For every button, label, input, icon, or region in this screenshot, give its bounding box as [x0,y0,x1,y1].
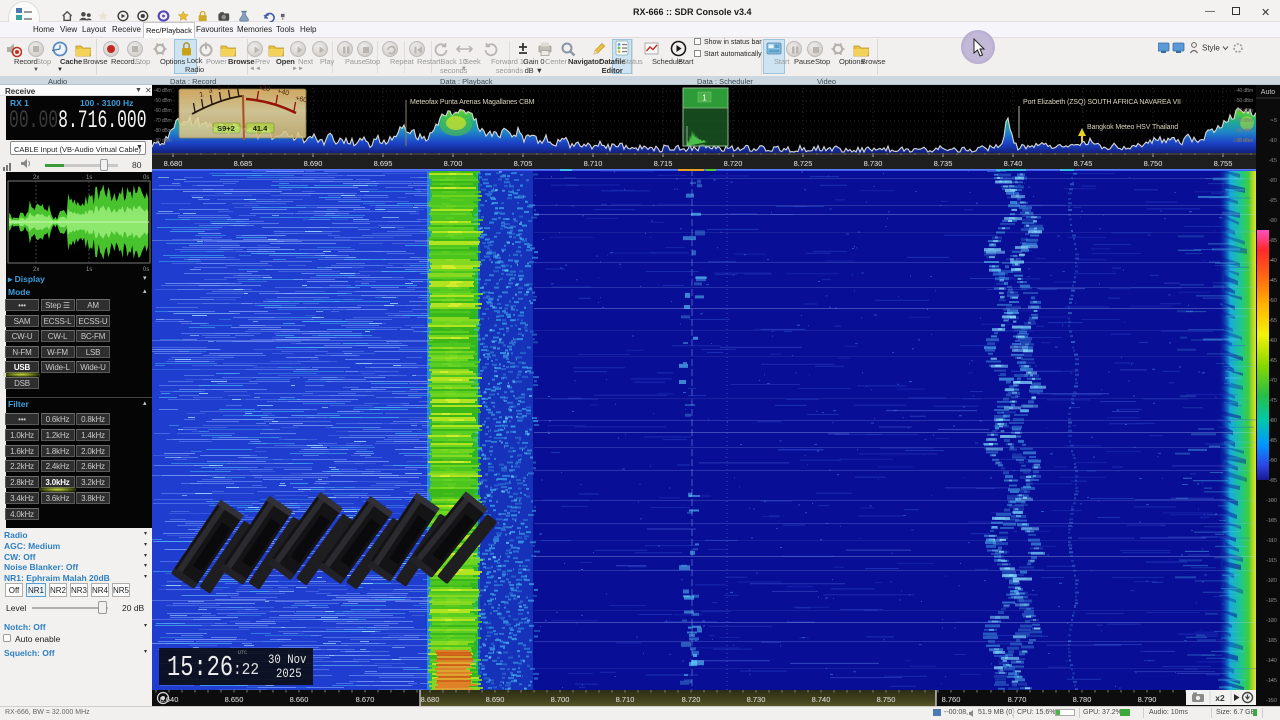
svg-text:8.685: 8.685 [234,159,253,168]
svg-text:8.720: 8.720 [724,159,743,168]
svg-text:-10: -10 [1269,138,1277,144]
svg-text:-70 dBm: -70 dBm [1236,118,1254,124]
svg-text:8.730: 8.730 [747,695,766,704]
svg-text:-110: -110 [1266,538,1277,544]
svg-text:8.680: 8.680 [164,159,183,168]
svg-text:8.715: 8.715 [654,159,673,168]
svg-text:-65: -65 [1269,358,1277,364]
svg-text:8.680: 8.680 [421,695,440,704]
svg-text:8.770: 8.770 [1008,695,1027,704]
svg-text:-100: -100 [1266,498,1277,504]
svg-text:-55: -55 [1269,318,1277,324]
svg-text:8.690: 8.690 [486,695,505,704]
svg-text:-50 dBm: -50 dBm [1236,98,1254,104]
svg-text:8.750: 8.750 [877,695,896,704]
svg-text:0s: 0s [143,175,149,181]
svg-text:8.705: 8.705 [514,159,533,168]
svg-text:-60 dBm: -60 dBm [154,108,172,114]
svg-text:-140: -140 [1266,658,1277,664]
svg-text:-45: -45 [1269,278,1277,284]
svg-text:-60: -60 [1269,338,1277,344]
svg-text:8.690: 8.690 [304,159,323,168]
svg-text:2x: 2x [33,175,39,181]
svg-text:-80: -80 [1269,418,1277,424]
svg-text:8.740: 8.740 [1004,159,1023,168]
svg-text:1: 1 [702,94,707,103]
svg-text:-130: -130 [1266,618,1277,624]
svg-text:-115: -115 [1266,558,1277,564]
svg-text:8.745: 8.745 [1074,159,1093,168]
svg-text:x2: x2 [1215,693,1225,703]
svg-text:2x: 2x [33,267,39,272]
svg-text:8.730: 8.730 [864,159,883,168]
svg-text:8.720: 8.720 [682,695,701,704]
svg-text:8.740: 8.740 [812,695,831,704]
svg-text:41.4: 41.4 [253,124,268,133]
svg-text:-40 dBm: -40 dBm [154,88,172,94]
svg-text:Bangkok Meteo HSV Thailand: Bangkok Meteo HSV Thailand [1087,124,1178,131]
svg-text:-50: -50 [1269,298,1277,304]
svg-text:8.700: 8.700 [444,159,463,168]
svg-text:-20: -20 [1269,178,1277,184]
svg-text:8.650: 8.650 [225,695,244,704]
svg-text:-15: -15 [1269,158,1277,164]
svg-text:-120: -120 [1266,578,1277,584]
svg-text:-70 dBm: -70 dBm [154,118,172,124]
svg-text:-60 dBm: -60 dBm [1236,108,1254,114]
svg-text:-85: -85 [1269,438,1277,444]
svg-text:-70: -70 [1269,378,1277,384]
svg-text:8.760: 8.760 [942,695,961,704]
svg-text:-40: -40 [1269,258,1277,264]
svg-text:0s: 0s [143,267,149,272]
svg-text:-30: -30 [1269,218,1277,224]
svg-text:-25: -25 [1269,198,1277,204]
svg-text:8.700: 8.700 [551,695,570,704]
svg-text:8.790: 8.790 [1138,695,1157,704]
svg-text:8.735: 8.735 [934,159,953,168]
svg-text:-35: -35 [1269,238,1277,244]
svg-text:-75: -75 [1269,398,1277,404]
svg-text:-80 dBm: -80 dBm [1236,128,1254,134]
svg-text:8.710: 8.710 [584,159,603,168]
svg-text:Auto: Auto [1261,89,1276,96]
svg-text:-150: -150 [1266,698,1277,704]
svg-text:Port Elizabeth (ZSQ) SOUTH AFR: Port Elizabeth (ZSQ) SOUTH AFRICA NAVARE… [1023,99,1181,106]
svg-text:-80 dBm: -80 dBm [154,128,172,134]
svg-text:Meteofax Punta Arenas Magallan: Meteofax Punta Arenas Magallanes CBM [410,99,535,106]
svg-text:8.710: 8.710 [616,695,635,704]
svg-text:-90 dBm: -90 dBm [154,138,172,144]
svg-text:8.725: 8.725 [794,159,813,168]
svg-text:8.780: 8.780 [1073,695,1092,704]
svg-text:-100 dBm: -100 dBm [1231,138,1253,144]
svg-text:-40 dBm: -40 dBm [1236,88,1254,94]
svg-text:-135: -135 [1266,638,1277,644]
svg-text:1s: 1s [86,267,92,272]
svg-text:-95: -95 [1269,478,1277,484]
svg-text:-5: -5 [1272,118,1277,124]
svg-text:1s: 1s [86,175,92,181]
svg-text:8.750: 8.750 [1144,159,1163,168]
svg-text:Style: Style [1202,44,1220,53]
svg-text:-105: -105 [1266,518,1277,524]
svg-text:-145: -145 [1266,678,1277,684]
svg-text:-90: -90 [1269,458,1277,464]
svg-text:8.755: 8.755 [1214,159,1233,168]
svg-text:-50 dBm: -50 dBm [154,98,172,104]
svg-text:8.670: 8.670 [356,695,375,704]
svg-text:S9+2: S9+2 [217,124,235,133]
svg-text:8.695: 8.695 [374,159,393,168]
svg-text:-125: -125 [1266,598,1277,604]
svg-text:8.660: 8.660 [290,695,309,704]
